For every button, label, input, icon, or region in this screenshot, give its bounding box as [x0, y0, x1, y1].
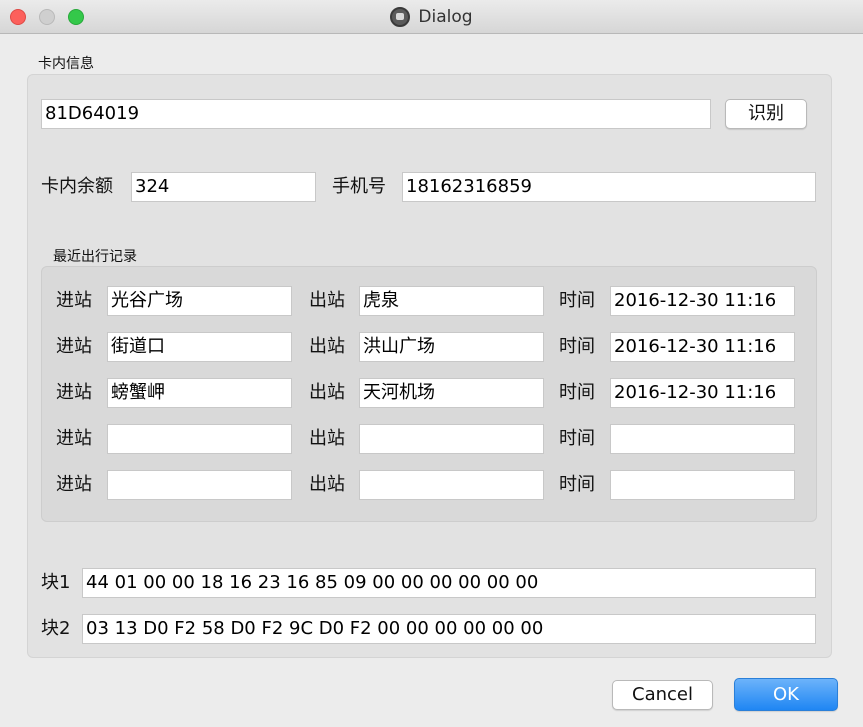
entry-field[interactable]: 街道口: [107, 332, 292, 362]
block2-label: 块2: [41, 618, 71, 639]
block2-field[interactable]: 03 13 D0 F2 58 D0 F2 9C D0 F2 00 00 00 0…: [82, 614, 816, 644]
time-label: 时间: [559, 290, 595, 311]
entry-label: 进站: [56, 428, 92, 449]
entry-label: 进站: [56, 290, 92, 311]
card-info-group-label: 卡内信息: [38, 56, 94, 72]
exit-label: 出站: [309, 290, 345, 311]
exit-field[interactable]: 天河机场: [359, 378, 544, 408]
time-label: 时间: [559, 336, 595, 357]
ok-button[interactable]: OK: [734, 678, 838, 711]
entry-label: 进站: [56, 382, 92, 403]
entry-label: 进站: [56, 474, 92, 495]
exit-label: 出站: [309, 474, 345, 495]
balance-field[interactable]: 324: [131, 172, 316, 202]
card-id-field[interactable]: 81D64019: [41, 99, 711, 129]
window-title: Dialog: [418, 7, 473, 27]
exit-label: 出站: [309, 428, 345, 449]
exit-field[interactable]: [359, 470, 544, 500]
time-field[interactable]: [610, 424, 795, 454]
block1-label: 块1: [41, 572, 71, 593]
time-field[interactable]: 2016-12-30 11:16: [610, 286, 795, 316]
entry-label: 进站: [56, 336, 92, 357]
cancel-button[interactable]: Cancel: [612, 680, 713, 710]
exit-field[interactable]: 虎泉: [359, 286, 544, 316]
window-title-area: Dialog: [0, 0, 863, 34]
time-field[interactable]: [610, 470, 795, 500]
trips-group-label: 最近出行记录: [53, 249, 137, 265]
time-label: 时间: [559, 474, 595, 495]
exit-label: 出站: [309, 382, 345, 403]
block1-field[interactable]: 44 01 00 00 18 16 23 16 85 09 00 00 00 0…: [82, 568, 816, 598]
app-icon: [390, 7, 411, 27]
entry-field[interactable]: 螃蟹岬: [107, 378, 292, 408]
exit-field[interactable]: 洪山广场: [359, 332, 544, 362]
time-label: 时间: [559, 382, 595, 403]
identify-button[interactable]: 识别: [725, 99, 807, 129]
entry-field[interactable]: [107, 470, 292, 500]
entry-field[interactable]: [107, 424, 292, 454]
title-bar: Dialog: [0, 0, 863, 34]
time-label: 时间: [559, 428, 595, 449]
time-field[interactable]: 2016-12-30 11:16: [610, 332, 795, 362]
phone-label: 手机号: [332, 176, 386, 197]
time-field[interactable]: 2016-12-30 11:16: [610, 378, 795, 408]
exit-label: 出站: [309, 336, 345, 357]
balance-label: 卡内余额: [41, 176, 113, 197]
entry-field[interactable]: 光谷广场: [107, 286, 292, 316]
exit-field[interactable]: [359, 424, 544, 454]
phone-field[interactable]: 18162316859: [402, 172, 816, 202]
